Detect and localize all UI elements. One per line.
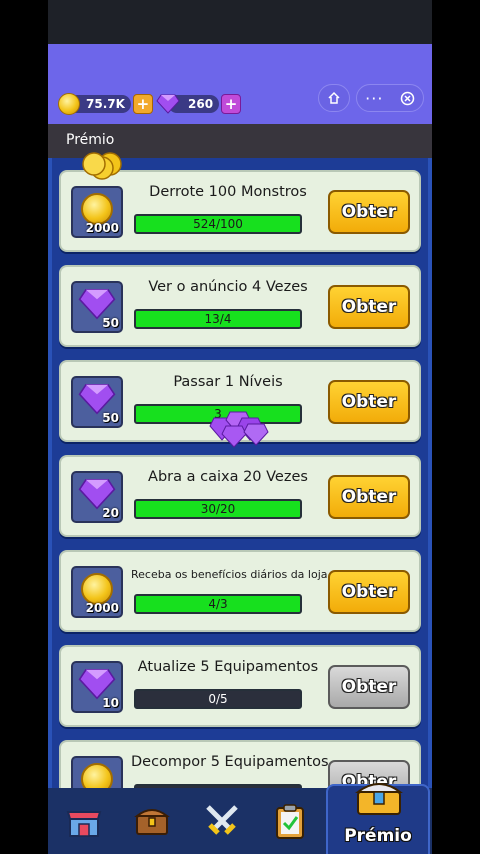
progress-bar: 13/4 <box>134 309 302 329</box>
nav-inventory[interactable] <box>124 788 180 854</box>
reward-chest-icon <box>355 783 403 815</box>
task-card: 20 Abra a caixa 20 Vezes 30/20 Obter <box>59 455 421 537</box>
task-card: 10 Atualize 5 Equipamentos 0/5 Obter <box>59 645 421 727</box>
progress-text: 30/20 <box>200 502 236 516</box>
coin-counter: 75.7K + <box>58 93 153 115</box>
claim-button[interactable]: Obter <box>328 285 410 329</box>
progress-bar: 4/3 <box>134 594 302 614</box>
clipboard-icon <box>276 804 304 839</box>
reward-slot: 2000 <box>71 566 123 618</box>
coin-amount: 75.7K <box>86 97 125 111</box>
claim-button-disabled[interactable]: Obter <box>328 665 410 709</box>
reward-slot <box>71 756 123 788</box>
gem-icon <box>156 94 180 114</box>
add-coins-button[interactable]: + <box>132 94 153 114</box>
nav-shop[interactable] <box>56 788 112 854</box>
reward-amount: 50 <box>102 411 119 425</box>
reward-amount: 20 <box>102 506 119 520</box>
progress-bar: 30/20 <box>134 499 302 519</box>
task-title: Abra a caixa 20 Vezes <box>148 469 308 485</box>
coin-icon <box>81 763 113 788</box>
game-screen: ··· 75.7K + 260 + Prémio 2000 Derrote 10 <box>48 0 432 854</box>
claim-button[interactable]: Obter <box>328 570 410 614</box>
status-bar <box>48 0 432 44</box>
chest-icon <box>134 809 170 835</box>
home-button[interactable] <box>318 84 350 112</box>
progress-bar: 524/100 <box>134 214 302 234</box>
task-card: 2000 Receba os benefícios diários da loj… <box>59 550 421 632</box>
more-icon[interactable]: ··· <box>365 89 383 108</box>
progress-text: 0/5 <box>208 692 228 706</box>
battle-swords-icon <box>206 805 238 835</box>
task-title: Passar 1 Níveis <box>173 374 283 390</box>
close-icon[interactable] <box>400 91 415 106</box>
nav-rewards-active[interactable]: Prémio <box>326 783 430 854</box>
claim-button[interactable]: Obter <box>328 380 410 424</box>
home-icon <box>328 91 340 104</box>
task-list[interactable]: 2000 Derrote 100 Monstros 524/100 Obter … <box>48 158 432 788</box>
reward-slot: 50 <box>71 281 123 333</box>
reward-slot: 20 <box>71 471 123 523</box>
reward-slot: 2000 <box>71 186 123 238</box>
progress-bar: 0/5 <box>134 689 302 709</box>
progress-text: 4/3 <box>208 597 228 611</box>
nav-battle[interactable] <box>194 788 250 854</box>
task-card: 50 Ver o anúncio 4 Vezes 13/4 Obter <box>59 265 421 347</box>
claim-button[interactable]: Obter <box>328 190 410 234</box>
shop-icon <box>66 811 102 837</box>
gems-pile-icon <box>209 411 269 448</box>
progress-text: 13/4 <box>204 312 232 326</box>
coins-pile-icon <box>82 152 122 180</box>
add-gems-button[interactable]: + <box>221 94 242 114</box>
mini-app-menu: ··· <box>356 84 424 112</box>
gem-counter: 260 + <box>156 93 242 115</box>
nav-rewards-label: Prémio <box>344 826 412 846</box>
reward-amount: 2000 <box>85 221 119 235</box>
section-title: Prémio <box>66 132 115 148</box>
nav-tasks[interactable] <box>262 788 318 854</box>
reward-amount: 50 <box>102 316 119 330</box>
task-title: Decompor 5 Equipamentos <box>131 754 329 770</box>
reward-amount: 2000 <box>85 601 119 615</box>
progress-text: 524/100 <box>193 217 243 231</box>
reward-slot: 50 <box>71 376 123 428</box>
gem-amount: 260 <box>188 97 214 111</box>
task-title: Derrote 100 Monstros <box>149 184 307 200</box>
coin-icon <box>58 93 80 115</box>
task-title: Atualize 5 Equipamentos <box>137 659 319 675</box>
task-title: Ver o anúncio 4 Vezes <box>148 279 308 295</box>
claim-button[interactable]: Obter <box>328 475 410 519</box>
reward-amount: 10 <box>102 696 119 710</box>
reward-slot: 10 <box>71 661 123 713</box>
task-title: Receba os benefícios diários da loja <box>131 568 328 581</box>
